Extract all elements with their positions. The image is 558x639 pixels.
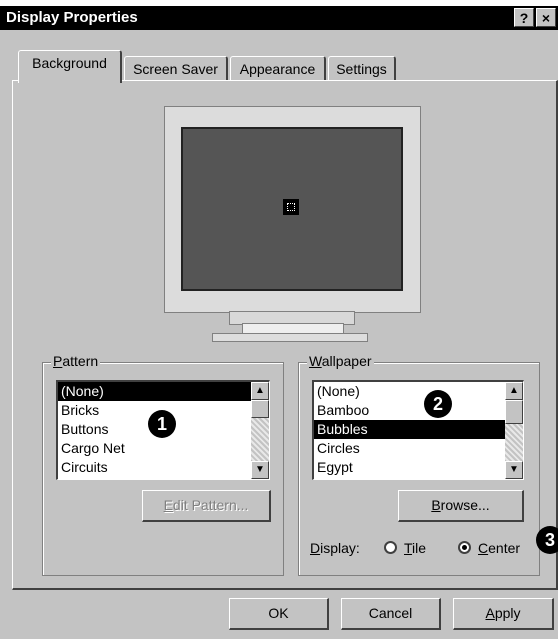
wallpaper-item[interactable]: Bubbles: [314, 420, 523, 439]
wallpaper-scrollbar[interactable]: ▲ ▼: [505, 382, 523, 479]
callout-3: 3: [536, 526, 558, 554]
callout-2: 2: [424, 390, 452, 418]
wallpaper-item[interactable]: Bamboo: [314, 401, 523, 420]
window-title: Display Properties: [6, 9, 138, 26]
center-radio[interactable]: [458, 541, 471, 554]
down-arrow-icon[interactable]: ▼: [251, 461, 269, 479]
wallpaper-group-label: Wallpaper: [307, 353, 374, 369]
monitor-foot: [212, 333, 368, 342]
pattern-scrollbar[interactable]: ▲ ▼: [251, 382, 269, 479]
close-button[interactable]: ×: [536, 8, 556, 27]
wallpaper-item[interactable]: Circles: [314, 439, 523, 458]
tab-appearance-label: Appearance: [239, 61, 316, 77]
up-arrow-icon[interactable]: ▲: [251, 382, 269, 400]
display-label: Display:: [310, 540, 360, 556]
monitor-preview: [164, 106, 421, 313]
title-bar: Display Properties ? ×: [0, 6, 558, 30]
center-label[interactable]: Center: [478, 540, 520, 556]
tab-background-label: Background: [32, 55, 107, 71]
tile-radio[interactable]: [384, 541, 397, 554]
callout-1: 1: [148, 410, 176, 438]
monitor-screen: [181, 127, 403, 291]
pattern-item[interactable]: Circuits: [58, 458, 269, 477]
tile-label[interactable]: Tile: [404, 540, 426, 556]
down-arrow-icon[interactable]: ▼: [505, 461, 523, 479]
tab-appearance[interactable]: Appearance: [230, 56, 326, 82]
pattern-item[interactable]: Cargo Net: [58, 439, 269, 458]
wallpaper-listbox[interactable]: (None) Bamboo Bubbles Circles Egypt ▲ ▼: [312, 380, 524, 480]
tab-settings[interactable]: Settings: [328, 56, 396, 82]
tab-screen-saver-label: Screen Saver: [133, 61, 218, 77]
wallpaper-scroll-thumb[interactable]: [505, 400, 523, 424]
pattern-item[interactable]: (None): [58, 382, 269, 401]
wallpaper-preview-icon: [283, 199, 299, 215]
wallpaper-item[interactable]: Egypt: [314, 458, 523, 477]
display-properties-window: Display Properties ? × Background Screen…: [0, 6, 558, 639]
ok-button[interactable]: OK: [229, 598, 329, 630]
wallpaper-item[interactable]: (None): [314, 382, 523, 401]
edit-pattern-button[interactable]: Edit Pattern...: [142, 490, 271, 522]
tab-settings-label: Settings: [336, 61, 387, 77]
pattern-scroll-thumb[interactable]: [251, 400, 269, 418]
up-arrow-icon[interactable]: ▲: [505, 382, 523, 400]
cancel-button[interactable]: Cancel: [341, 598, 441, 630]
help-button[interactable]: ?: [514, 8, 534, 27]
tab-background[interactable]: Background: [18, 50, 122, 83]
browse-button[interactable]: Browse...: [398, 490, 524, 522]
apply-button[interactable]: Apply: [453, 598, 554, 630]
tab-screen-saver[interactable]: Screen Saver: [124, 56, 228, 82]
pattern-group-label: Pattern: [51, 353, 101, 369]
